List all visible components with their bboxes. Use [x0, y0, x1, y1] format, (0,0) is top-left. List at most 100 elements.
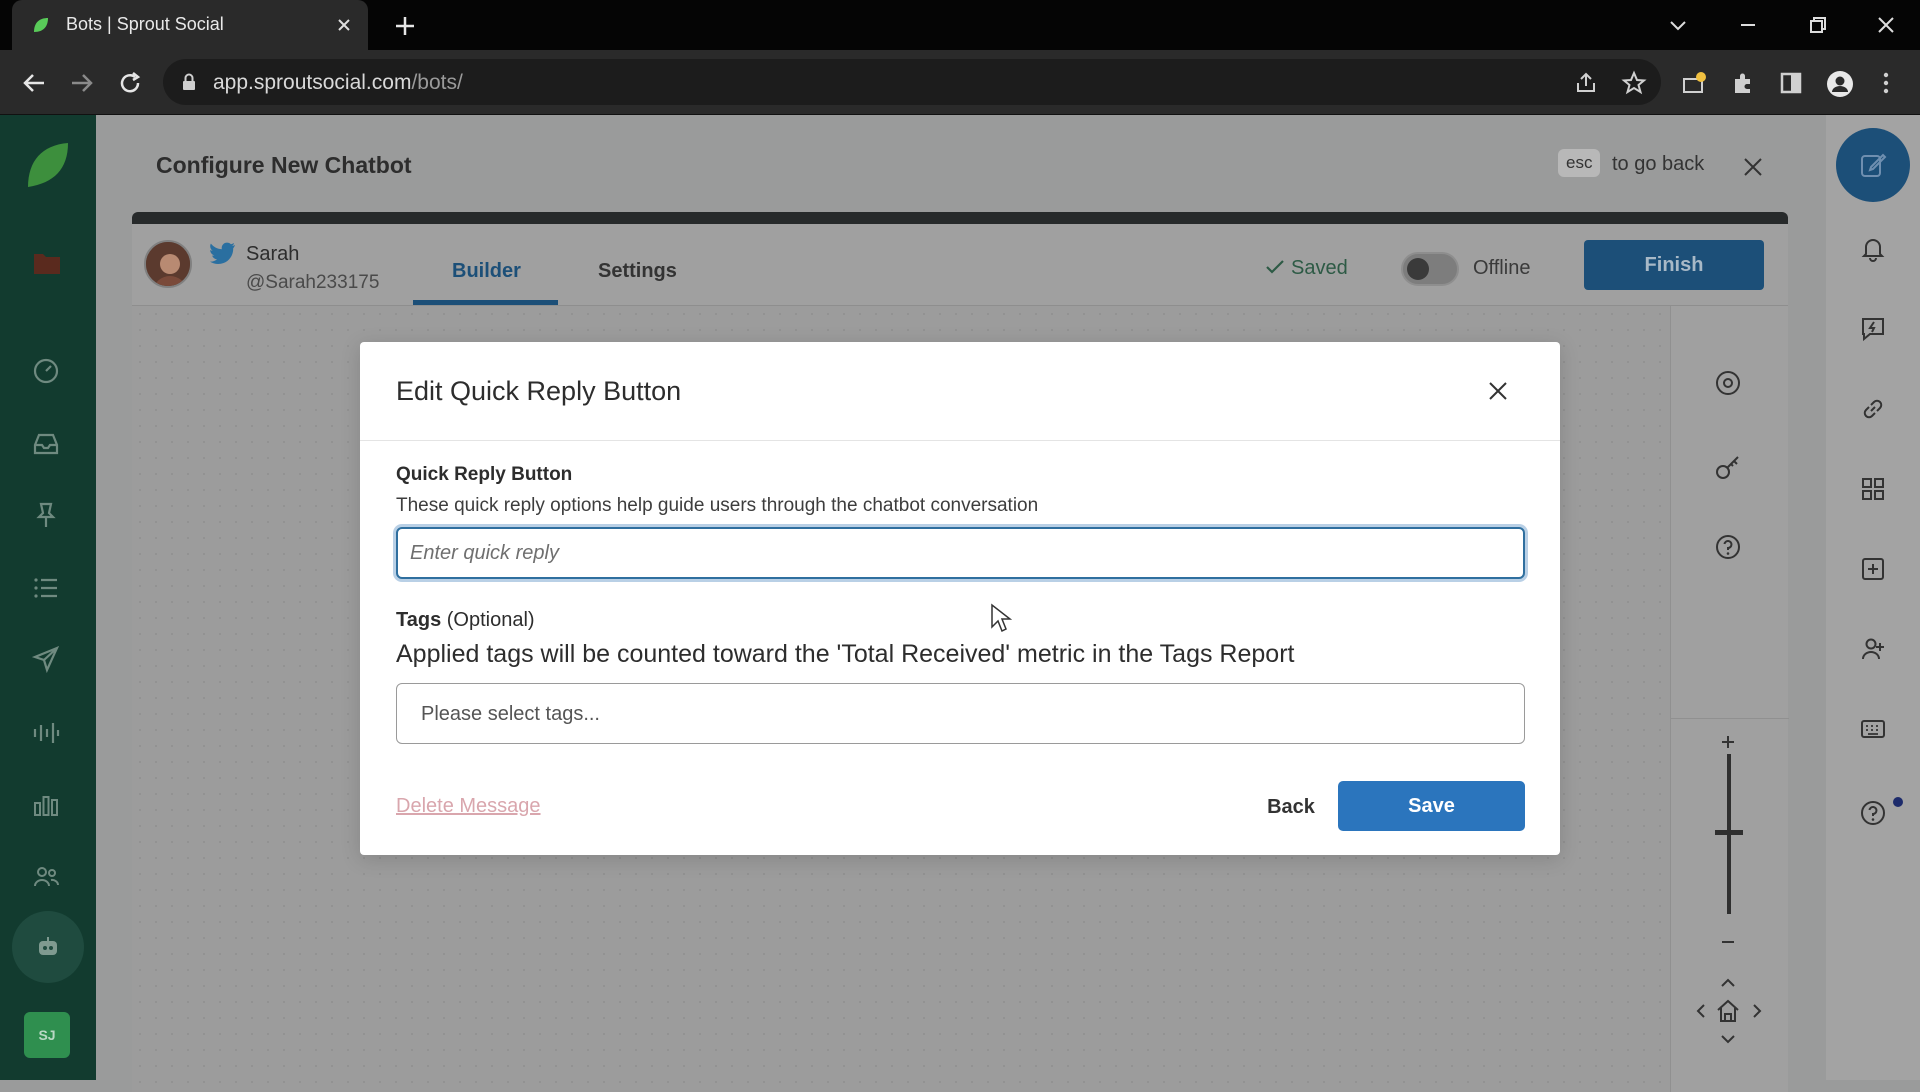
sprout-favicon-icon	[34, 18, 48, 32]
finish-button[interactable]: Finish	[1584, 240, 1764, 290]
share-icon[interactable]	[1573, 70, 1599, 96]
quick-reply-label: Quick Reply Button	[396, 464, 573, 485]
listening-waveform-icon[interactable]	[32, 719, 60, 747]
compose-button[interactable]	[1836, 128, 1910, 202]
bot-icon	[39, 937, 57, 955]
toggle-knob	[1407, 258, 1429, 280]
side-panel-icon[interactable]	[1778, 70, 1804, 96]
zoom-out-icon[interactable]	[1713, 930, 1743, 954]
pan-right-icon[interactable]	[1747, 996, 1767, 1026]
edit-quick-reply-modal: Edit Quick Reply Button Quick Reply Butt…	[360, 342, 1560, 855]
sprout-logo-icon[interactable]	[24, 139, 72, 189]
list-icon[interactable]	[32, 575, 60, 601]
user-avatar[interactable]: SJ	[24, 1012, 70, 1058]
recenter-home-icon[interactable]	[1713, 996, 1743, 1026]
publish-send-icon[interactable]	[32, 645, 60, 673]
twitter-icon	[210, 242, 235, 264]
lock-icon	[183, 73, 195, 90]
canvas-tools-panel	[1670, 306, 1789, 1092]
esc-hint-text: to go back	[1612, 153, 1705, 175]
quick-reply-help: These quick reply options help guide use…	[396, 495, 1039, 516]
pan-up-icon[interactable]	[1713, 972, 1743, 992]
add-user-icon[interactable]	[1859, 635, 1887, 663]
save-button[interactable]: Save	[1338, 781, 1525, 831]
profile-avatar	[144, 240, 192, 288]
dashboard-gauge-icon[interactable]	[32, 357, 60, 385]
tags-label-text: Tags	[396, 609, 442, 631]
tab-title: Bots | Sprout Social	[66, 14, 224, 34]
preview-eye-icon[interactable]	[1713, 368, 1743, 398]
keyboard-icon[interactable]	[1859, 717, 1887, 741]
zoom-in-icon[interactable]	[1713, 730, 1743, 754]
feedback-chat-icon[interactable]	[1859, 315, 1887, 343]
extensions-puzzle-icon[interactable]	[1730, 70, 1756, 96]
tab-search-icon[interactable]	[1666, 13, 1690, 37]
forward-arrow-icon[interactable]	[68, 69, 96, 97]
mouse-cursor-icon	[991, 603, 1012, 633]
minimize-icon[interactable]	[1736, 13, 1760, 37]
restore-icon[interactable]	[1806, 13, 1830, 37]
people-icon[interactable]	[32, 863, 60, 891]
modal-close-icon[interactable]	[1486, 379, 1510, 403]
extension-alert-icon[interactable]	[1681, 70, 1707, 96]
window-close-icon[interactable]	[1874, 13, 1898, 37]
profile-photo-icon	[146, 242, 190, 286]
help-center-icon[interactable]	[1859, 799, 1887, 827]
browser-toolbar: app.sproutsocial.com/bots/	[0, 50, 1920, 115]
star-bookmark-icon[interactable]	[1621, 70, 1647, 96]
profile-name: Sarah	[246, 243, 300, 265]
page-title: Configure New Chatbot	[156, 152, 412, 178]
address-bar[interactable]: app.sproutsocial.com/bots/	[163, 59, 1661, 105]
delete-message-link[interactable]: Delete Message	[396, 795, 541, 818]
back-arrow-icon[interactable]	[20, 69, 48, 97]
profile-icon[interactable]	[1826, 70, 1854, 98]
inbox-icon[interactable]	[32, 431, 60, 457]
apps-grid-icon[interactable]	[1859, 475, 1887, 503]
online-toggle[interactable]	[1401, 252, 1459, 286]
compose-edit-icon	[1861, 153, 1887, 177]
online-toggle-group: Offline	[1399, 248, 1561, 292]
reports-bar-chart-icon[interactable]	[32, 791, 60, 819]
key-icon[interactable]	[1713, 452, 1743, 482]
tags-placeholder: Please select tags...	[421, 703, 600, 725]
new-tab-icon[interactable]	[392, 13, 418, 39]
right-rail	[1826, 115, 1920, 1080]
esc-key-hint: esc	[1558, 149, 1601, 177]
folder-icon[interactable]	[32, 250, 62, 276]
tags-select[interactable]: Please select tags...	[396, 683, 1525, 744]
modal-title: Edit Quick Reply Button	[396, 376, 682, 406]
back-button[interactable]: Back	[1236, 782, 1346, 832]
app-sidebar: SJ	[0, 115, 96, 1080]
tools-divider	[1671, 718, 1789, 719]
browser-tab[interactable]: Bots | Sprout Social	[12, 0, 368, 50]
saved-status: Saved	[1265, 257, 1348, 280]
tab-builder[interactable]: Builder	[452, 260, 521, 283]
quick-reply-input[interactable]	[396, 527, 1525, 579]
active-tab-indicator	[413, 300, 558, 305]
tags-optional-text: (Optional)	[446, 609, 535, 631]
reload-icon[interactable]	[116, 69, 144, 97]
help-icon[interactable]	[1713, 532, 1743, 562]
browser-tabbar: Bots | Sprout Social	[0, 0, 1920, 50]
link-icon[interactable]	[1859, 395, 1887, 423]
pin-tasks-icon[interactable]	[32, 501, 60, 529]
tags-label: Tags (Optional)	[396, 609, 535, 632]
zoom-slider-handle[interactable]	[1715, 830, 1743, 835]
saved-label: Saved	[1291, 257, 1348, 279]
pan-left-icon[interactable]	[1691, 996, 1711, 1026]
pan-down-icon[interactable]	[1713, 1030, 1743, 1050]
add-box-icon[interactable]	[1859, 555, 1887, 583]
tab-close-icon[interactable]	[334, 15, 354, 35]
help-notification-dot	[1893, 797, 1903, 807]
tab-settings[interactable]: Settings	[598, 260, 677, 283]
checkmark-icon	[1266, 260, 1284, 274]
modal-header: Edit Quick Reply Button	[360, 342, 1560, 441]
sidebar-item-bots[interactable]	[12, 911, 84, 983]
profile-handle: @Sarah233175	[246, 272, 380, 293]
url-text: app.sproutsocial.com/bots/	[213, 71, 463, 94]
builder-header: Sarah @Sarah233175 Builder Settings Save…	[132, 224, 1788, 306]
notifications-bell-icon[interactable]	[1859, 235, 1887, 263]
offline-label: Offline	[1473, 257, 1531, 279]
close-configurator-icon[interactable]	[1740, 154, 1766, 180]
browser-menu-icon[interactable]	[1878, 70, 1894, 96]
